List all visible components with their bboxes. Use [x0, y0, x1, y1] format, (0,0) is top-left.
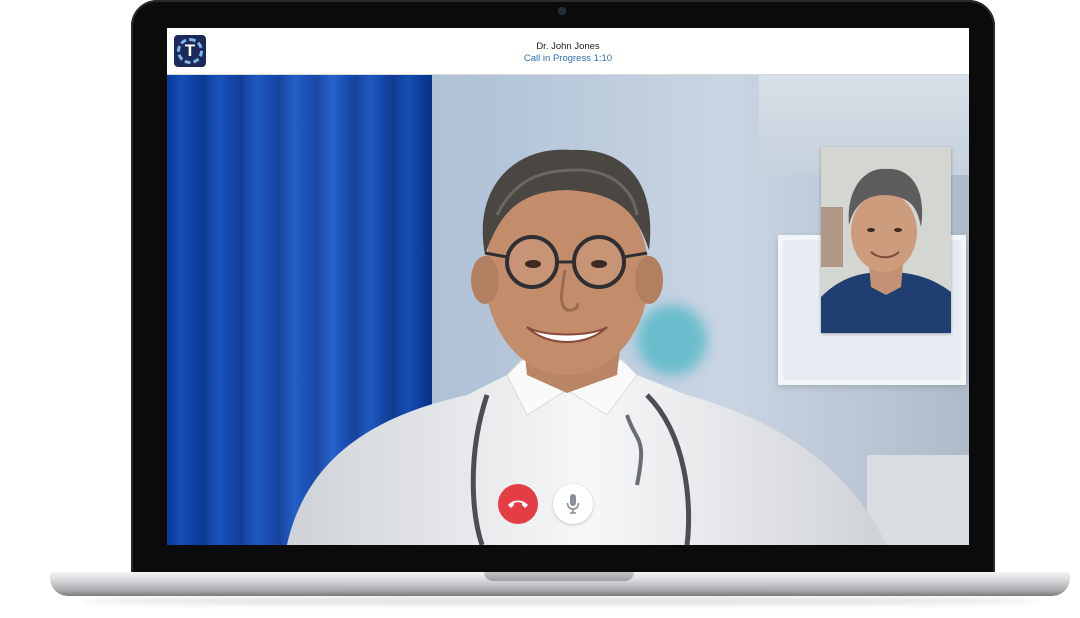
call-header: T Dr. John Jones Call in Progress 1:10 [167, 28, 969, 75]
laptop-opening-notch [484, 572, 634, 581]
end-call-button[interactable] [498, 484, 538, 524]
phone-hangup-icon [508, 500, 528, 508]
laptop-screen: T Dr. John Jones Call in Progress 1:10 [167, 28, 969, 545]
patient-figure [821, 147, 951, 333]
remote-video [167, 75, 969, 545]
mute-button[interactable] [553, 484, 593, 524]
self-view-video[interactable] [821, 147, 951, 333]
microphone-icon [566, 494, 580, 514]
webcam [559, 8, 565, 14]
call-status: Call in Progress 1:10 [523, 53, 613, 64]
caller-name: Dr. John Jones [536, 41, 600, 52]
laptop-shadow [80, 597, 1040, 605]
